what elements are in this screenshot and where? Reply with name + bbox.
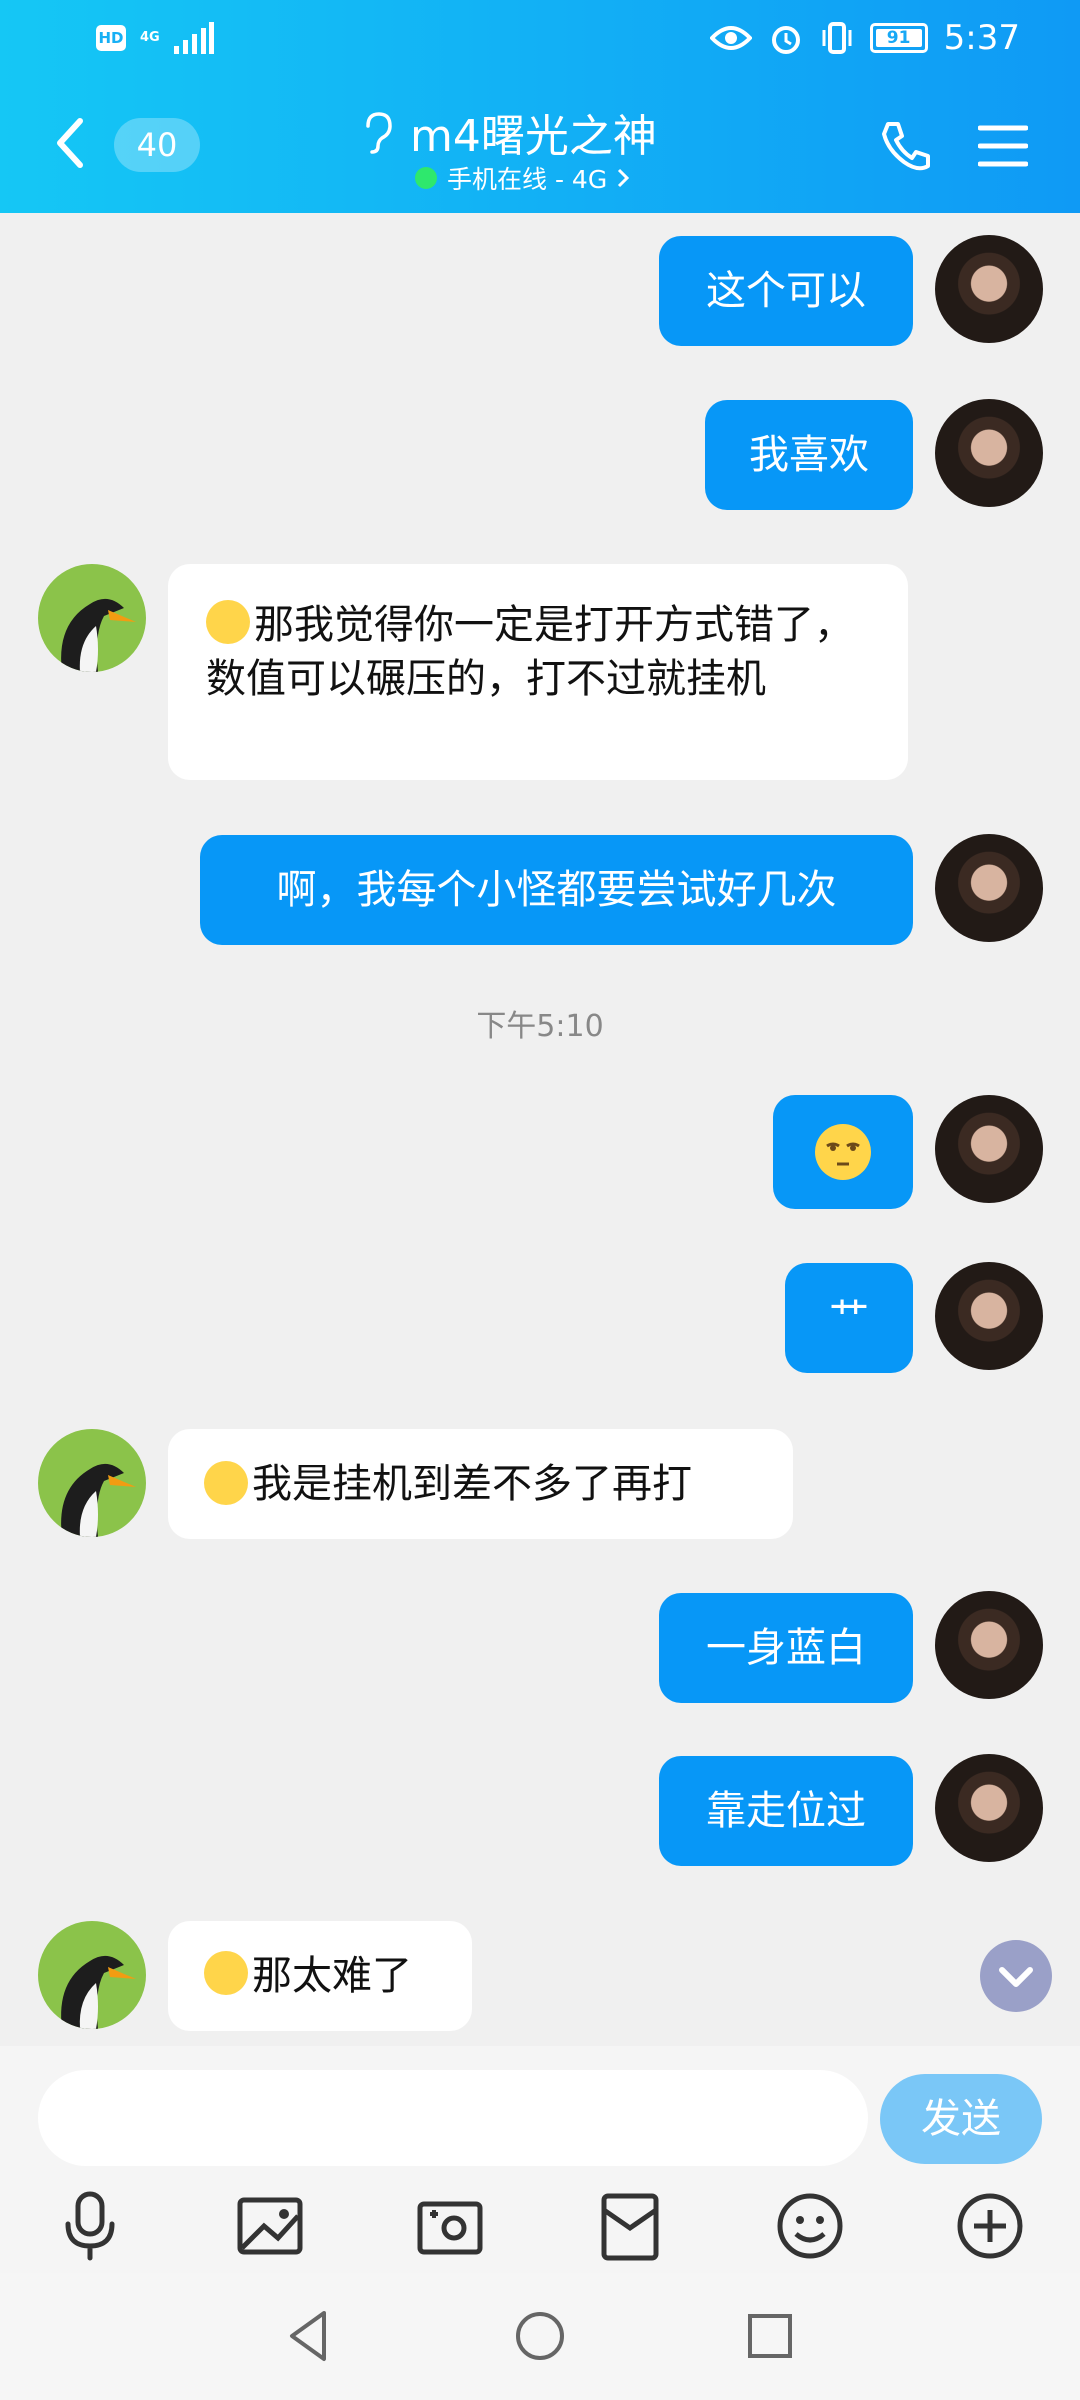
chat-header: HD 4G 91 5:37 40 m4曙光之神 手机在线 - 4G [0, 0, 1080, 213]
my-avatar[interactable] [935, 1095, 1043, 1203]
title-row[interactable]: m4曙光之神 [360, 100, 657, 164]
incoming-message[interactable]: 那我觉得你一定是打开方式错了，数值可以碾压的，打不过就挂机 [168, 564, 908, 780]
status-left: HD 4G [96, 22, 214, 54]
toolbar [0, 2186, 1080, 2266]
image-icon[interactable] [230, 2186, 310, 2266]
send-button[interactable]: 发送 [880, 2074, 1042, 2164]
my-avatar[interactable] [935, 1262, 1043, 1370]
outgoing-message[interactable]: 一身蓝白 [659, 1593, 913, 1703]
recents-square-icon[interactable] [735, 2301, 805, 2371]
my-avatar[interactable] [935, 235, 1043, 343]
laughing-emoji-icon [204, 1951, 248, 1995]
microphone-icon[interactable] [50, 2186, 130, 2266]
incoming-message[interactable]: 那太难了 [168, 1921, 472, 2031]
outgoing-message[interactable]: 我喜欢 [705, 400, 913, 510]
camera-icon[interactable] [410, 2186, 490, 2266]
peeking-emoji-icon [204, 1461, 248, 1505]
back-triangle-icon[interactable] [274, 2301, 344, 2371]
earpiece-icon [366, 112, 392, 154]
contact-avatar[interactable] [38, 564, 146, 672]
laughing-emoji-icon [206, 600, 250, 644]
unamused-emoji-icon [815, 1124, 871, 1180]
plus-icon[interactable] [950, 2186, 1030, 2266]
message-list[interactable]: 这个可以 我喜欢 那我觉得你一定是打开方式错了，数值可以碾压的，打不过就挂机 啊… [0, 213, 1080, 2046]
battery-icon: 91 [869, 23, 928, 53]
outgoing-message[interactable] [773, 1095, 913, 1209]
signal-icon [173, 22, 214, 54]
online-dot [415, 167, 437, 189]
scroll-to-bottom-button[interactable] [980, 1940, 1052, 2012]
outgoing-message[interactable]: 艹 [785, 1263, 913, 1373]
online-status-text: 手机在线 - 4G [447, 165, 608, 194]
my-avatar[interactable] [935, 834, 1043, 942]
hd-indicator: HD [96, 25, 126, 51]
chevron-down-icon [999, 1967, 1033, 1987]
clock: 5:37 [943, 18, 1020, 58]
chevron-right-icon [618, 168, 630, 188]
outgoing-message[interactable]: 这个可以 [659, 236, 913, 346]
chat-title: m4曙光之神 [410, 111, 657, 162]
menu-icon[interactable] [978, 124, 1028, 168]
emoji-icon[interactable] [770, 2186, 850, 2266]
back-arrow-icon[interactable] [52, 115, 88, 171]
status-bar: HD 4G 91 5:37 [0, 0, 1080, 78]
network-type: 4G [140, 30, 160, 45]
battery-level: 91 [886, 28, 911, 48]
system-navigation-bar [0, 2273, 1080, 2400]
unread-count-badge[interactable]: 40 [114, 118, 200, 172]
message-input[interactable] [38, 2070, 868, 2166]
contact-avatar[interactable] [38, 1429, 146, 1537]
alarm-icon [771, 26, 800, 54]
incoming-message[interactable]: 我是挂机到差不多了再打 [168, 1429, 793, 1539]
outgoing-message[interactable]: 啊，我每个小怪都要尝试好几次 [200, 835, 913, 945]
contact-avatar[interactable] [38, 1921, 146, 2029]
my-avatar[interactable] [935, 399, 1043, 507]
my-avatar[interactable] [935, 1591, 1043, 1699]
status-right: 91 5:37 [709, 18, 1020, 58]
outgoing-message[interactable]: 靠走位过 [659, 1756, 913, 1866]
home-circle-icon[interactable] [505, 2301, 575, 2371]
time-separator: 下午5:10 [476, 1009, 604, 1044]
phone-icon[interactable] [878, 118, 934, 174]
my-avatar[interactable] [935, 1754, 1043, 1862]
vibrate-icon [822, 22, 852, 54]
red-packet-icon[interactable] [590, 2186, 670, 2266]
composer-bar: 发送 [0, 2046, 1080, 2273]
online-status[interactable]: 手机在线 - 4G [415, 160, 630, 196]
eye-icon [709, 26, 752, 50]
